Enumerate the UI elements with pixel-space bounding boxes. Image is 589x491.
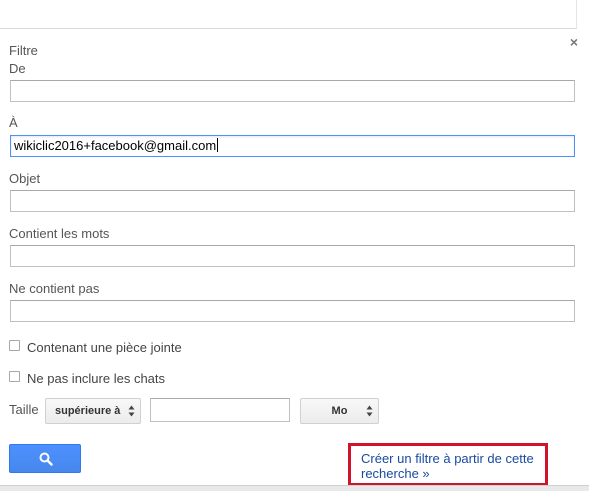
size-comparison-select[interactable]: supérieure à (45, 398, 141, 424)
size-unit-select[interactable]: Mo (300, 398, 379, 424)
has-words-input[interactable] (10, 245, 575, 267)
search-button[interactable] (9, 444, 81, 473)
create-filter-highlight: Créer un filtre à partir de cette recher… (348, 443, 548, 486)
to-label: À (9, 115, 18, 130)
doesnt-have-input[interactable] (10, 300, 575, 322)
bottom-divider (0, 485, 589, 491)
create-filter-link[interactable]: Créer un filtre à partir de cette recher… (361, 451, 546, 481)
top-bar (0, 0, 577, 29)
has-attachment-checkbox[interactable] (9, 340, 20, 351)
from-label: De (9, 61, 26, 76)
size-label: Taille (9, 402, 39, 417)
doesnt-have-label: Ne contient pas (9, 281, 100, 296)
subject-input[interactable] (10, 190, 575, 212)
to-input[interactable]: wikiclic2016+facebook@gmail.com (10, 135, 575, 157)
size-unit-value: Mo (331, 405, 348, 417)
search-icon (39, 452, 53, 466)
from-input[interactable] (10, 80, 575, 102)
size-value-input[interactable] (150, 398, 290, 422)
to-input-value: wikiclic2016+facebook@gmail.com (14, 138, 217, 153)
subject-label: Objet (9, 171, 41, 186)
dialog-title: Filtre (9, 43, 38, 58)
has-words-label: Contient les mots (9, 226, 110, 241)
select-arrows-icon (128, 405, 135, 417)
exclude-chats-checkbox[interactable] (9, 371, 20, 382)
select-arrows-icon (366, 405, 373, 417)
size-comparison-value: supérieure à (55, 405, 121, 417)
close-icon[interactable]: × (568, 35, 580, 49)
text-caret (217, 138, 219, 152)
has-attachment-label[interactable]: Contenant une pièce jointe (27, 340, 182, 355)
exclude-chats-label[interactable]: Ne pas inclure les chats (27, 371, 165, 386)
